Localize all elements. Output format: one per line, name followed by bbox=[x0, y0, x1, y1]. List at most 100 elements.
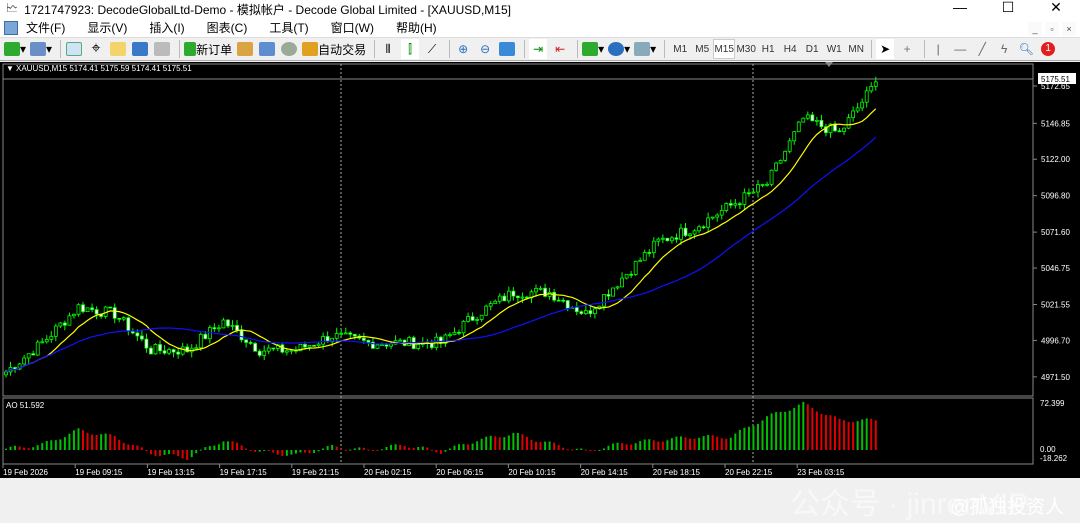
ao-bar bbox=[734, 433, 737, 450]
metaeditor-button[interactable] bbox=[236, 39, 254, 59]
candle bbox=[611, 287, 615, 297]
zoom-out-button[interactable]: ⊖ bbox=[476, 39, 494, 59]
terminal-button[interactable] bbox=[131, 39, 149, 59]
candle bbox=[769, 169, 774, 185]
data-window-button[interactable]: ⌖ bbox=[87, 39, 105, 59]
ao-bar bbox=[521, 434, 524, 450]
menu-help[interactable]: 帮助(H) bbox=[396, 19, 437, 36]
ao-bar bbox=[226, 441, 229, 450]
tf-w1[interactable]: W1 bbox=[823, 39, 845, 59]
tf-m1[interactable]: M1 bbox=[669, 39, 691, 59]
candle bbox=[366, 339, 371, 343]
notifications-button[interactable]: 1 bbox=[1039, 39, 1057, 59]
auto-trading-button[interactable]: 自动交易 bbox=[302, 39, 366, 59]
ao-bar bbox=[104, 433, 107, 450]
mdi-restore-button[interactable]: ▫ bbox=[1045, 22, 1059, 36]
search-button[interactable]: 🔍︎ bbox=[1017, 39, 1035, 59]
trendline-button[interactable]: ╱ bbox=[973, 39, 991, 59]
vertical-line-button[interactable]: | bbox=[929, 39, 947, 59]
ao-bar bbox=[358, 447, 361, 450]
ao-bar bbox=[467, 444, 470, 450]
tf-mn[interactable]: MN bbox=[845, 39, 867, 59]
menu-charts[interactable]: 图表(C) bbox=[207, 19, 248, 36]
menu-window[interactable]: 窗口(W) bbox=[331, 19, 374, 36]
price-tick-label: 5146.85 bbox=[1041, 119, 1070, 128]
ao-bar bbox=[580, 448, 583, 450]
maximize-button[interactable]: ☐ bbox=[984, 0, 1032, 14]
ao-bar bbox=[747, 426, 750, 450]
tf-h1[interactable]: H1 bbox=[757, 39, 779, 59]
indicators-button[interactable]: ▾ bbox=[582, 39, 604, 59]
candle bbox=[574, 307, 579, 313]
ao-bar bbox=[589, 450, 592, 451]
time-tick-label: 19 Feb 17:15 bbox=[220, 468, 268, 477]
menu-view[interactable]: 显示(V) bbox=[87, 19, 127, 36]
ao-bar bbox=[607, 445, 610, 450]
ao-bar bbox=[371, 450, 374, 451]
cursor-button[interactable]: ➤ bbox=[876, 39, 895, 59]
candle bbox=[398, 339, 403, 342]
bar-chart-button[interactable]: ⫴ bbox=[379, 39, 397, 59]
ao-bar bbox=[788, 410, 791, 450]
menu-insert[interactable]: 插入(I) bbox=[149, 19, 184, 36]
horizontal-line-button[interactable]: — bbox=[951, 39, 969, 59]
chart-shift-button[interactable]: ⇤ bbox=[551, 39, 569, 59]
ao-max-label: 72.399 bbox=[1040, 399, 1065, 408]
price-chart[interactable]: ▼ XAUUSD,M15 5174.41 5175.59 5174.41 517… bbox=[0, 62, 1080, 478]
mdi-minimize-button[interactable]: _ bbox=[1028, 22, 1042, 36]
chart-window[interactable]: ▼ XAUUSD,M15 5174.41 5175.59 5174.41 517… bbox=[0, 62, 1080, 521]
profiles-button[interactable]: ▾ bbox=[30, 39, 52, 59]
candle bbox=[683, 227, 688, 237]
fibo-button[interactable]: ϟ bbox=[995, 39, 1013, 59]
ao-bar bbox=[729, 437, 732, 450]
ao-bar bbox=[602, 448, 605, 450]
zoom-in-button[interactable]: ⊕ bbox=[454, 39, 472, 59]
candlestick-button[interactable]: ⫿ bbox=[401, 39, 420, 59]
tf-d1[interactable]: D1 bbox=[801, 39, 823, 59]
account-button[interactable] bbox=[258, 39, 276, 59]
ao-bar bbox=[95, 434, 98, 450]
ao-bar bbox=[498, 437, 501, 450]
candle bbox=[647, 252, 652, 254]
tester-icon bbox=[154, 42, 171, 56]
tf-m15[interactable]: M15 bbox=[713, 39, 736, 59]
candle bbox=[520, 296, 525, 299]
new-order-icon bbox=[184, 42, 197, 56]
candle bbox=[198, 333, 203, 349]
signals-button[interactable] bbox=[280, 39, 298, 59]
new-chart-button[interactable]: ▾ bbox=[4, 39, 26, 59]
ao-bar bbox=[14, 445, 17, 450]
tf-m5[interactable]: M5 bbox=[691, 39, 713, 59]
candle bbox=[842, 127, 846, 132]
candle bbox=[203, 333, 208, 340]
periods-button[interactable]: ▾ bbox=[608, 39, 630, 59]
menu-file[interactable]: 文件(F) bbox=[26, 19, 65, 36]
tf-h4[interactable]: H4 bbox=[779, 39, 801, 59]
menu-tools[interactable]: 工具(T) bbox=[269, 19, 308, 36]
ao-bar bbox=[766, 416, 769, 450]
close-button[interactable]: ✕ bbox=[1032, 0, 1080, 14]
clock-icon bbox=[608, 42, 625, 56]
market-watch-button[interactable] bbox=[65, 39, 83, 59]
ao-bar bbox=[136, 445, 139, 450]
candle bbox=[26, 353, 31, 359]
autoscroll-button[interactable]: ⇥ bbox=[529, 39, 548, 59]
profiles-icon bbox=[30, 42, 47, 56]
crosshair-button[interactable]: + bbox=[898, 39, 916, 59]
new-order-button[interactable]: 新订单 bbox=[184, 39, 232, 59]
collapse-icon[interactable]: ▼ bbox=[6, 64, 14, 73]
ao-bar bbox=[186, 450, 189, 460]
templates-button[interactable]: ▾ bbox=[634, 39, 656, 59]
line-chart-button[interactable]: ⟋ bbox=[423, 39, 441, 59]
minimize-button[interactable]: — bbox=[936, 0, 984, 14]
candle bbox=[642, 252, 647, 261]
tester-button[interactable] bbox=[153, 39, 171, 59]
tf-m30[interactable]: M30 bbox=[735, 39, 757, 59]
navigator-button[interactable] bbox=[109, 39, 127, 59]
ao-bar bbox=[317, 450, 320, 452]
mdi-close-button[interactable]: × bbox=[1062, 22, 1076, 36]
ao-bar bbox=[32, 447, 35, 450]
terminal-icon bbox=[132, 42, 149, 56]
candle bbox=[217, 327, 221, 330]
tile-windows-button[interactable] bbox=[498, 39, 516, 59]
